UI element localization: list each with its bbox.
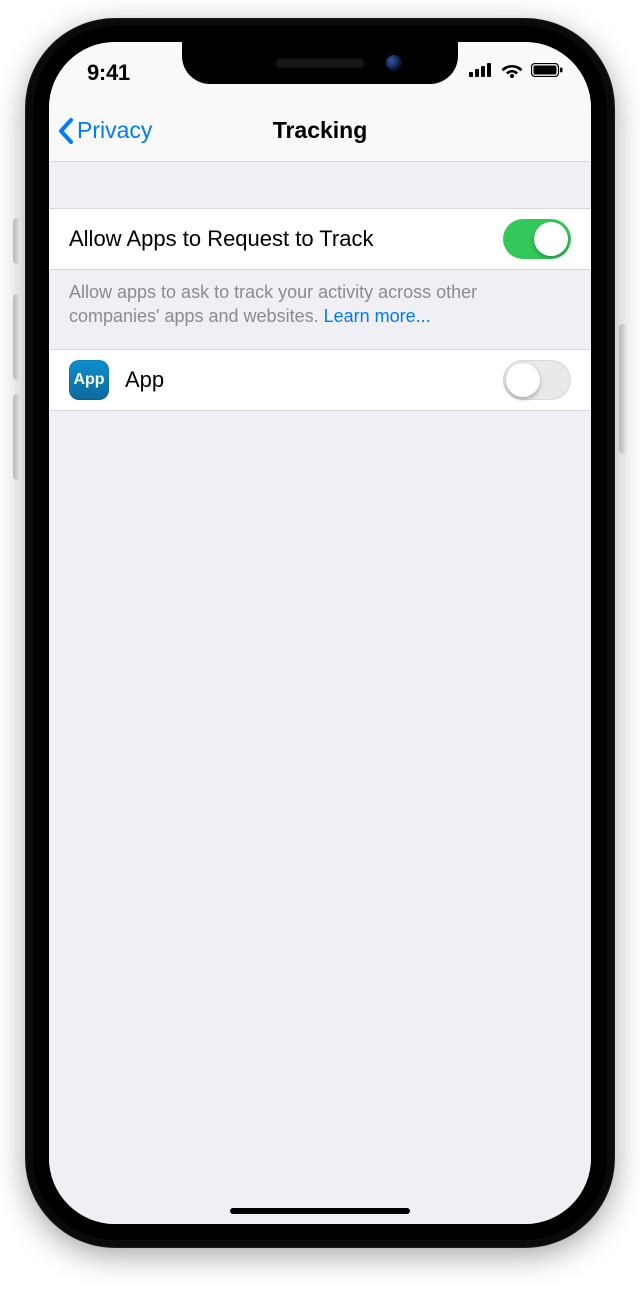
status-indicators <box>469 62 563 78</box>
screen: 9:41 <box>49 42 591 1224</box>
allow-apps-request-label: Allow Apps to Request to Track <box>69 226 503 252</box>
app-name-label: App <box>125 367 503 393</box>
status-time: 9:41 <box>87 60 130 86</box>
power-button <box>619 324 627 454</box>
allow-apps-request-row: Allow Apps to Request to Track <box>49 208 591 270</box>
app-tracking-toggle[interactable] <box>503 360 571 400</box>
app-tracking-row: App App <box>49 349 591 411</box>
toggle-knob <box>506 363 540 397</box>
wifi-icon <box>501 62 523 78</box>
front-camera <box>386 55 402 71</box>
home-indicator[interactable] <box>230 1208 410 1214</box>
navigation-bar: Privacy Tracking <box>49 100 591 162</box>
cellular-icon <box>469 63 493 77</box>
volume-up-button <box>13 294 21 380</box>
allow-apps-request-toggle[interactable] <box>503 219 571 259</box>
earpiece-speaker <box>275 58 365 68</box>
section-gap <box>49 162 591 208</box>
app-icon: App <box>69 360 109 400</box>
notch <box>182 42 458 84</box>
chevron-left-icon <box>57 117 75 145</box>
toggle-knob <box>534 222 568 256</box>
phone-frame: 9:41 <box>25 18 615 1248</box>
volume-down-button <box>13 394 21 480</box>
back-button-label: Privacy <box>77 117 152 144</box>
content-area: Allow Apps to Request to Track Allow app… <box>49 162 591 1224</box>
learn-more-link[interactable]: Learn more... <box>324 306 431 326</box>
battery-icon <box>531 63 563 77</box>
phone-bezel: 9:41 <box>33 26 607 1240</box>
mute-switch <box>13 218 21 264</box>
back-button[interactable]: Privacy <box>49 117 152 145</box>
allow-apps-request-footnote: Allow apps to ask to track your activity… <box>49 270 591 349</box>
